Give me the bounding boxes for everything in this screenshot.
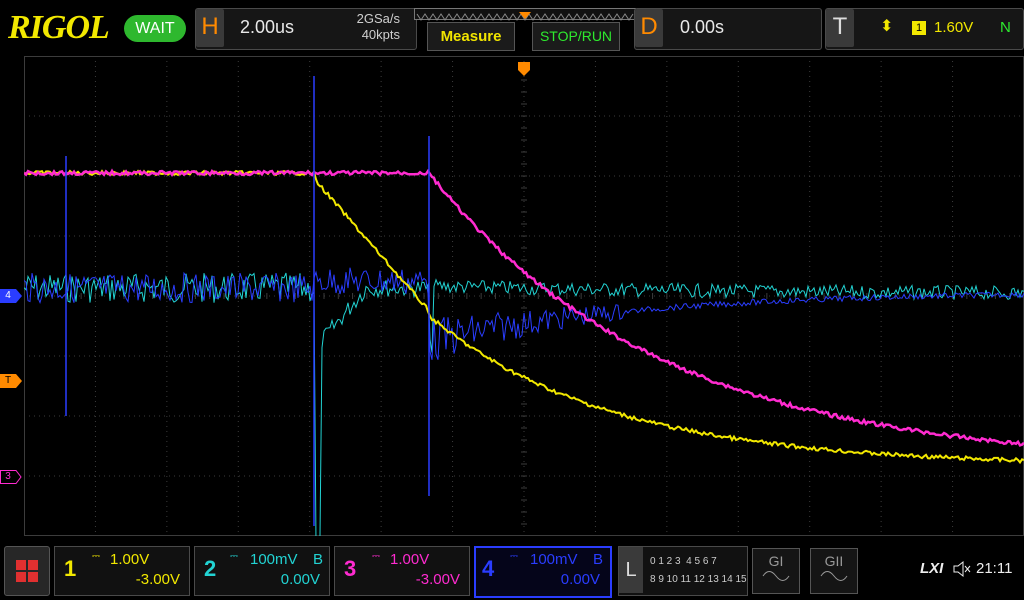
decode1-label: GI bbox=[768, 553, 784, 569]
delay-tag: D bbox=[635, 9, 663, 47]
memory-waveform-icon bbox=[416, 12, 634, 21]
speaker-muted-icon[interactable] bbox=[952, 560, 972, 582]
channel3-number: 3 bbox=[344, 556, 357, 581]
trigger-mode: N bbox=[1000, 19, 1011, 36]
channel2-number: 2 bbox=[204, 556, 217, 581]
system-clock: 21:11 bbox=[976, 560, 1013, 577]
channel4-scale: 100mV bbox=[530, 551, 578, 568]
timebase-value: 2.00us bbox=[240, 17, 295, 37]
dc-coupling-icon: ⎓ bbox=[230, 551, 238, 562]
trigger-level: 1.60V bbox=[934, 19, 974, 36]
sample-rate: 2GSa/s bbox=[356, 11, 400, 26]
channel1-offset: -3.00V bbox=[135, 571, 180, 588]
channel3-offset-marker: 3 bbox=[5, 471, 11, 482]
logic-channels-row2: 8 9 10 11 12 13 14 15 bbox=[650, 574, 747, 585]
horizontal-tag: H bbox=[196, 9, 224, 47]
trigger-level-marker: T bbox=[4, 375, 12, 386]
channel4-offset: 0.00V bbox=[560, 571, 600, 588]
channel4-offset-marker: 4 bbox=[5, 290, 11, 301]
dc-coupling-icon: ⎓ bbox=[372, 551, 380, 562]
main-menu-button[interactable] bbox=[4, 546, 50, 596]
dc-coupling-icon: ⎓ bbox=[92, 551, 100, 562]
sine-wave-icon bbox=[820, 571, 848, 581]
logic-channels-row1: 0 1 2 3 4 5 6 7 bbox=[650, 556, 717, 567]
decode1-button[interactable]: GI bbox=[752, 548, 800, 594]
stop-run-button[interactable]: STOP/RUN bbox=[532, 22, 620, 51]
waveform-display[interactable] bbox=[24, 56, 1024, 536]
trigger-position-bar bbox=[414, 8, 636, 21]
measure-button[interactable]: Measure bbox=[427, 22, 515, 51]
trigger-source: 1 bbox=[912, 21, 926, 35]
trigger-tag: T bbox=[826, 9, 854, 47]
logic-tag: L bbox=[619, 547, 643, 593]
channel1-scale: 1.00V bbox=[110, 551, 150, 568]
decode2-label: GII bbox=[824, 553, 844, 569]
brand-logo: RIGOL bbox=[8, 9, 110, 46]
decode2-button[interactable]: GII bbox=[810, 548, 858, 594]
memory-depth: 40kpts bbox=[361, 27, 400, 42]
run-state-badge: WAIT bbox=[124, 15, 186, 42]
delay-value: 0.00s bbox=[680, 17, 725, 37]
channel2-bandwidth-limit: B bbox=[313, 551, 324, 568]
channel2-offset: 0.00V bbox=[280, 571, 320, 588]
channel2-scale: 100mV bbox=[250, 551, 298, 568]
channel1-number: 1 bbox=[64, 556, 77, 581]
channel4-number: 4 bbox=[482, 556, 495, 581]
channel4-bandwidth-limit: B bbox=[593, 551, 604, 568]
trigger-slope-icon: ⬍ bbox=[880, 18, 894, 35]
trigger-time-marker-icon bbox=[518, 62, 530, 76]
lxi-logo: LXI bbox=[920, 560, 944, 577]
menu-grid-icon bbox=[16, 560, 38, 582]
dc-coupling-icon: ⎓ bbox=[510, 551, 518, 562]
sine-wave-icon bbox=[762, 571, 790, 581]
channel3-offset: -3.00V bbox=[415, 571, 460, 588]
channel3-scale: 1.00V bbox=[390, 551, 430, 568]
